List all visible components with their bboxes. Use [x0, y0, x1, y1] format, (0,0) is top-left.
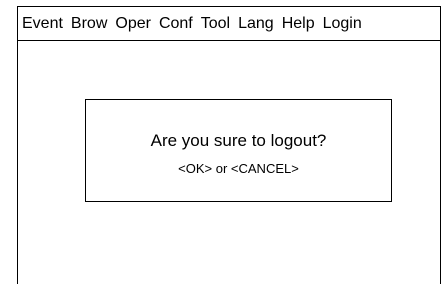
menu-item-oper[interactable]: Oper [115, 14, 151, 34]
menu-item-lang[interactable]: Lang [238, 14, 274, 34]
dialog-message: Are you sure to logout? [150, 131, 327, 150]
menu-item-help[interactable]: Help [282, 14, 315, 34]
menu-item-event[interactable]: Event [22, 14, 63, 34]
logout-confirm-dialog: Are you sure to logout? <OK> or <CANCEL> [85, 99, 392, 202]
menu-item-brow[interactable]: Brow [71, 14, 107, 34]
dialog-options-hint[interactable]: <OK> or <CANCEL> [86, 161, 391, 177]
terminal-screen: Event Brow Oper Conf Tool Lang Help Logi… [17, 6, 441, 284]
menu-item-tool[interactable]: Tool [201, 14, 230, 34]
menu-item-login[interactable]: Login [323, 14, 362, 34]
menu-item-conf[interactable]: Conf [159, 14, 193, 34]
menu-bar: Event Brow Oper Conf Tool Lang Help Logi… [18, 7, 440, 41]
